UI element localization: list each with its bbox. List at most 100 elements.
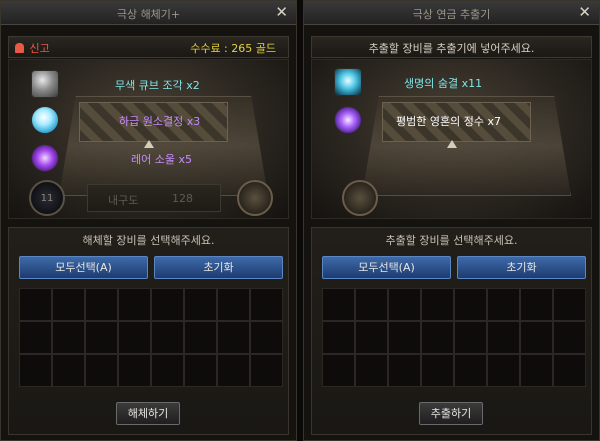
gear-icon <box>342 180 378 216</box>
equipment-slot[interactable] <box>19 321 52 354</box>
equipment-slot[interactable] <box>355 321 388 354</box>
equipment-slot[interactable] <box>250 321 283 354</box>
dial-value: 11 <box>40 193 54 204</box>
equipment-slot[interactable] <box>421 288 454 321</box>
equipment-slot[interactable] <box>553 321 586 354</box>
equipment-slot[interactable] <box>388 288 421 321</box>
result-item: 하급 원소결정 x3 <box>31 106 288 134</box>
durability-label: 내구도 <box>108 194 139 207</box>
equipment-slot[interactable] <box>151 354 184 387</box>
equipment-slot[interactable] <box>421 321 454 354</box>
close-icon[interactable]: ✕ <box>578 3 591 21</box>
equipment-slot[interactable] <box>520 288 553 321</box>
info-bar: 신고 수수료 : 265 골드 <box>8 36 289 58</box>
equipment-slot[interactable] <box>85 354 118 387</box>
equipment-slot[interactable] <box>217 321 250 354</box>
result-item: 생명의 숨결 x11 <box>334 68 591 96</box>
report-label: 신고 <box>29 42 50 55</box>
extractor-window: 극상 연금 추출기 ✕ 추출할 장비를 추출기에 넣어주세요. 생명의 숨결 x… <box>303 0 600 441</box>
result-item: 평범한 영혼의 정수 x7 <box>334 106 591 134</box>
instruction-text: 해체할 장비를 선택해주세요. <box>82 234 215 247</box>
equipment-slot[interactable] <box>355 288 388 321</box>
equipment-slot[interactable] <box>52 288 85 321</box>
equipment-slot[interactable] <box>52 321 85 354</box>
select-all-button[interactable]: 모두선택(A) <box>322 256 451 279</box>
instruction-text: 추출할 장비를 선택해주세요. <box>385 234 518 247</box>
equipment-slot[interactable] <box>553 354 586 387</box>
result-item: 무색 큐브 조각 x2 <box>31 70 288 98</box>
gear-icon <box>237 180 273 216</box>
equipment-slot[interactable] <box>118 354 151 387</box>
siren-icon <box>15 43 24 53</box>
item-label: 하급 원소결정 x3 <box>119 115 201 128</box>
equipment-slot[interactable] <box>454 354 487 387</box>
header-text: 추출할 장비를 추출기에 넣어주세요. <box>368 42 535 55</box>
disassembler-window: 극상 해체기+ ✕ 신고 수수료 : 265 골드 무색 큐브 조각 x2 하급… <box>0 0 297 441</box>
equipment-slot[interactable] <box>421 354 454 387</box>
equipment-slot[interactable] <box>520 354 553 387</box>
equipment-slot[interactable] <box>217 288 250 321</box>
equipment-slot[interactable] <box>355 354 388 387</box>
machine-display: 무색 큐브 조각 x2 하급 원소결정 x3 레어 소울 x5 11 내구도 1… <box>8 59 289 219</box>
equipment-slot[interactable] <box>151 321 184 354</box>
durability-box: 내구도 128 <box>87 184 221 212</box>
reset-button[interactable]: 초기화 <box>457 256 586 279</box>
title-bar[interactable]: 극상 해체기+ ✕ <box>1 1 296 25</box>
window-title: 극상 해체기+ <box>116 8 181 21</box>
equipment-slot[interactable] <box>118 288 151 321</box>
equipment-slot[interactable] <box>19 288 52 321</box>
soul-essence-icon <box>334 106 362 134</box>
equipment-slot[interactable] <box>553 288 586 321</box>
equipment-slot[interactable] <box>19 354 52 387</box>
item-label: 생명의 숨결 x11 <box>404 77 483 90</box>
equipment-slot[interactable] <box>388 321 421 354</box>
equipment-slot[interactable] <box>454 288 487 321</box>
extract-button[interactable]: 추출하기 <box>419 402 483 425</box>
window-title: 극상 연금 추출기 <box>412 8 491 21</box>
equipment-slot[interactable] <box>388 354 421 387</box>
equipment-slot[interactable] <box>520 321 553 354</box>
equipment-slot[interactable] <box>322 354 355 387</box>
equipment-slot[interactable] <box>184 288 217 321</box>
title-bar[interactable]: 극상 연금 추출기 ✕ <box>304 1 599 25</box>
arrow-up-icon <box>446 140 457 148</box>
equipment-slot[interactable] <box>487 321 520 354</box>
info-bar: 추출할 장비를 추출기에 넣어주세요. <box>311 36 592 58</box>
report-button[interactable]: 신고 <box>15 40 50 56</box>
equipment-slot[interactable] <box>151 288 184 321</box>
equipment-slot[interactable] <box>184 354 217 387</box>
equipment-slot[interactable] <box>85 288 118 321</box>
equipment-slot[interactable] <box>184 321 217 354</box>
machine-display: 생명의 숨결 x11 평범한 영혼의 정수 x7 <box>311 59 592 219</box>
equipment-slot[interactable] <box>454 321 487 354</box>
element-crystal-icon <box>31 106 59 134</box>
selection-panel: 추출할 장비를 선택해주세요. 모두선택(A) 초기화 추출하기 <box>311 227 592 435</box>
item-label: 무색 큐브 조각 x2 <box>115 79 200 92</box>
equipment-slot[interactable] <box>217 354 250 387</box>
equipment-grid <box>19 288 283 388</box>
equipment-slot[interactable] <box>52 354 85 387</box>
selection-panel: 해체할 장비를 선택해주세요. 모두선택(A) 초기화 해체하기 <box>8 227 289 435</box>
result-item: 레어 소울 x5 <box>31 144 288 172</box>
select-all-button[interactable]: 모두선택(A) <box>19 256 148 279</box>
disassemble-button[interactable]: 해체하기 <box>116 402 180 425</box>
durability-value: 128 <box>172 192 193 205</box>
equipment-slot[interactable] <box>487 354 520 387</box>
equipment-slot[interactable] <box>118 321 151 354</box>
equipment-slot[interactable] <box>322 288 355 321</box>
item-label: 레어 소울 x5 <box>131 153 192 166</box>
cube-fragment-icon <box>31 70 59 98</box>
equipment-slot[interactable] <box>85 321 118 354</box>
fee-text: 수수료 : 265 골드 <box>190 42 276 55</box>
item-label: 평범한 영혼의 정수 x7 <box>396 115 501 128</box>
reset-button[interactable]: 초기화 <box>154 256 283 279</box>
equipment-slot[interactable] <box>250 288 283 321</box>
equipment-slot[interactable] <box>487 288 520 321</box>
equipment-slot[interactable] <box>322 321 355 354</box>
dial-icon: 11 <box>29 180 65 216</box>
equipment-grid <box>322 288 586 388</box>
equipment-slot[interactable] <box>250 354 283 387</box>
close-icon[interactable]: ✕ <box>275 3 288 21</box>
rare-soul-icon <box>31 144 59 172</box>
breath-of-life-icon <box>334 68 362 96</box>
